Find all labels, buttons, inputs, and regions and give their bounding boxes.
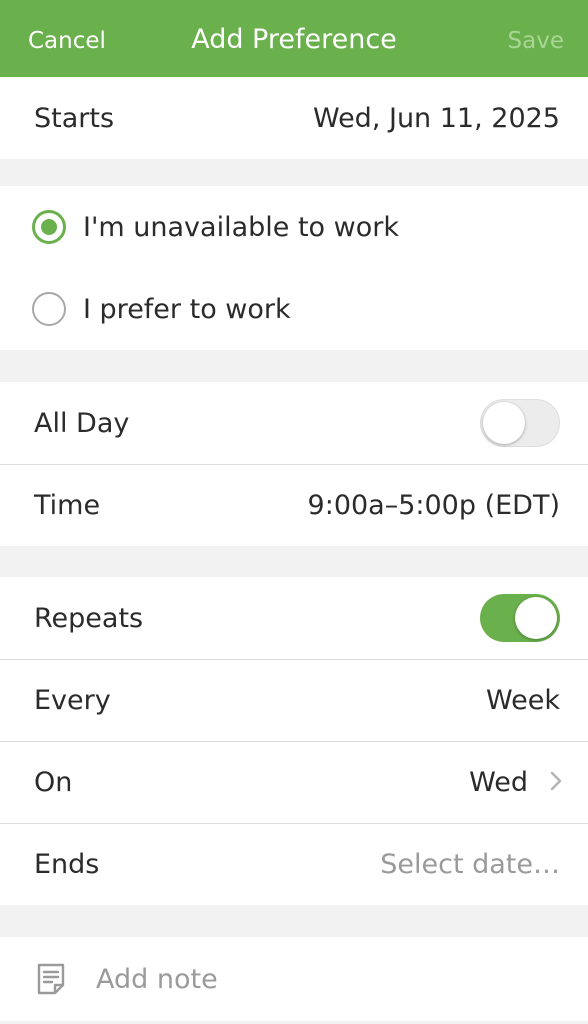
add-note-row[interactable]: Add note bbox=[0, 937, 588, 1021]
all-day-row: All Day bbox=[0, 382, 588, 464]
availability-section: I'm unavailable to work I prefer to work bbox=[0, 186, 588, 350]
start-section: Starts Wed, Jun 11, 2025 bbox=[0, 77, 588, 159]
note-section: Add note bbox=[0, 937, 588, 1021]
every-label: Every bbox=[34, 684, 111, 716]
chevron-right-icon bbox=[550, 767, 562, 798]
option-unavailable-label: I'm unavailable to work bbox=[83, 211, 399, 243]
starts-row[interactable]: Starts Wed, Jun 11, 2025 bbox=[0, 77, 588, 159]
note-icon bbox=[36, 963, 66, 995]
option-prefer-label: I prefer to work bbox=[83, 293, 291, 325]
ends-label: Ends bbox=[34, 848, 100, 880]
page-title: Add Preference bbox=[191, 24, 397, 55]
on-value: Wed bbox=[469, 766, 528, 798]
on-row[interactable]: On Wed bbox=[0, 741, 588, 823]
radio-unavailable[interactable] bbox=[32, 210, 66, 244]
save-button[interactable]: Save bbox=[508, 28, 564, 54]
add-note-label: Add note bbox=[96, 963, 218, 995]
on-value-group: Wed bbox=[469, 766, 562, 798]
ends-value: Select date… bbox=[380, 848, 560, 880]
repeats-label: Repeats bbox=[34, 602, 144, 634]
every-value: Week bbox=[486, 684, 560, 716]
all-day-label: All Day bbox=[34, 407, 130, 439]
ends-row[interactable]: Ends Select date… bbox=[0, 823, 588, 905]
timing-section: All Day Time 9:00a–5:00p (EDT) bbox=[0, 382, 588, 546]
option-unavailable[interactable]: I'm unavailable to work bbox=[0, 186, 588, 268]
option-prefer[interactable]: I prefer to work bbox=[0, 268, 588, 350]
repeats-toggle[interactable] bbox=[480, 594, 560, 642]
time-row[interactable]: Time 9:00a–5:00p (EDT) bbox=[0, 464, 588, 546]
starts-value: Wed, Jun 11, 2025 bbox=[312, 102, 560, 134]
on-label: On bbox=[34, 766, 73, 798]
time-label: Time bbox=[34, 489, 101, 521]
time-value: 9:00a–5:00p (EDT) bbox=[307, 489, 560, 521]
radio-prefer[interactable] bbox=[32, 292, 66, 326]
toggle-knob bbox=[483, 402, 525, 444]
starts-label: Starts bbox=[34, 102, 115, 134]
toggle-knob bbox=[515, 597, 557, 639]
repeat-section: Repeats Every Week On Wed Ends Select da… bbox=[0, 577, 588, 905]
repeats-row: Repeats bbox=[0, 577, 588, 659]
nav-bar: Cancel Add Preference Save bbox=[0, 0, 588, 77]
every-row[interactable]: Every Week bbox=[0, 659, 588, 741]
all-day-toggle[interactable] bbox=[480, 399, 560, 447]
